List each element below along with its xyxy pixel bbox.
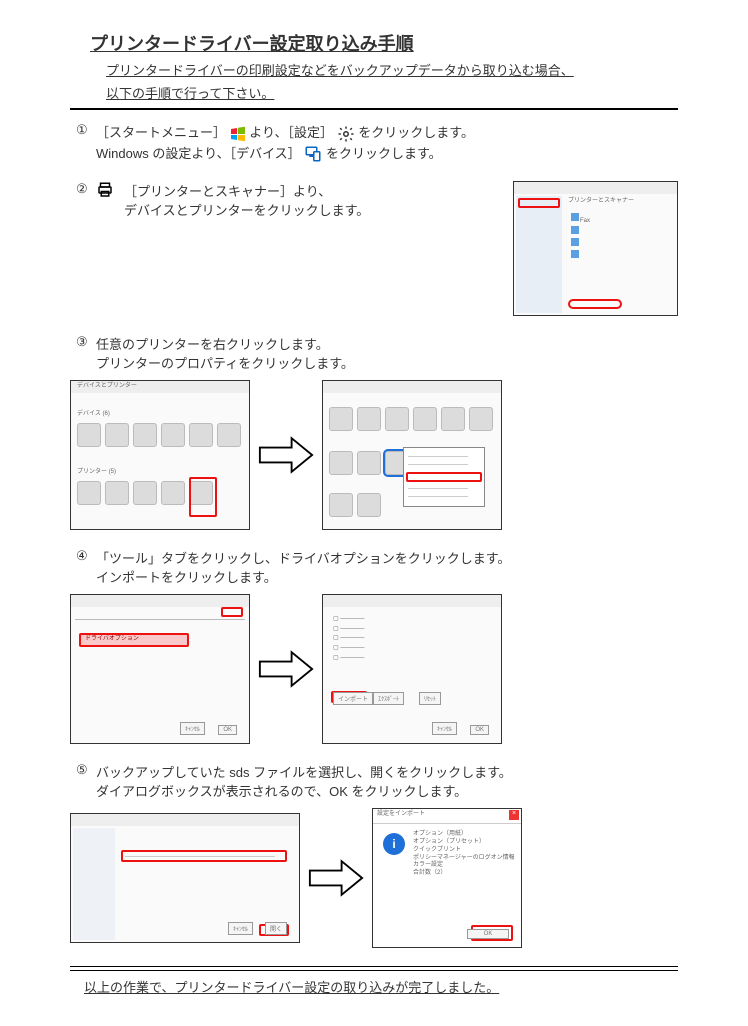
step3-line1: 任意のプリンターを右クリックします。: [96, 334, 354, 353]
divider-bottom-2: [70, 970, 678, 971]
step-4: ④ 「ツール」タブをクリックし、ドライバオプションをクリックします。 インポート…: [70, 548, 678, 744]
step4-line2: インポートをクリックします。: [96, 567, 510, 586]
step-1: ① ［スタートメニュー］ より、［設定］: [70, 122, 678, 163]
footer-text: 以上の作業で、プリンタードライバー設定の取り込みが完了しました。: [84, 977, 678, 996]
windows-flag-icon: [230, 126, 246, 142]
step2-line2: デバイスとプリンターをクリックします。: [124, 200, 369, 219]
step-number-5: ⑤: [76, 762, 90, 778]
ok-button-shot: OK: [467, 929, 509, 939]
printer-icon: [96, 181, 114, 199]
step1-part-c: をクリックします。: [358, 125, 474, 140]
subtitle-line-1: プリンタードライバーの印刷設定などをバックアップデータから取り込む場合、: [106, 60, 678, 79]
step2-text: ［プリンターとスキャナー］より、 デバイスとプリンターをクリックします。: [124, 181, 369, 219]
step-3: ③ 任意のプリンターを右クリックします。 プリンターのプロパティをクリックします…: [70, 334, 678, 530]
step4-text: 「ツール」タブをクリックし、ドライバオプションをクリックします。 インポートをク…: [96, 548, 510, 586]
step-5: ⑤ バックアップしていた sds ファイルを選択し、開くをクリックします。 ダイ…: [70, 762, 678, 948]
arrow-icon: [256, 435, 316, 475]
screenshot-devices-right: [322, 380, 502, 530]
dialog-title: 設定をインポート: [377, 811, 425, 818]
step1-part-a: ［スタートメニュー］: [96, 125, 226, 140]
screenshot-devices-left: デバイスとプリンター デバイス (6) プリンター (5): [70, 380, 250, 530]
step3-line2: プリンターのプロパティをクリックします。: [96, 353, 354, 372]
step1-line2-a: Windows の設定より、［デバイス］: [96, 146, 301, 161]
driver-option-label: ドライバオプション: [85, 636, 139, 643]
arrow-icon: [306, 858, 366, 898]
step-number-4: ④: [76, 548, 90, 564]
step5-text: バックアップしていた sds ファイルを選択し、開くをクリックします。 ダイアロ…: [96, 762, 512, 800]
step5-line2: ダイアログボックスが表示されるので、OK をクリックします。: [96, 781, 512, 800]
step1-line2-b: をクリックします。: [326, 146, 442, 161]
arrow-icon: [256, 649, 316, 689]
shot3-caption: デバイスとプリンター: [77, 383, 137, 390]
shot-label: プリンターとスキャナー: [568, 198, 634, 205]
shot3-dev-section: デバイス (6): [77, 411, 110, 418]
screenshot-import-dialog: 設定をインポート × i オプション（用紙） オプション（プリセット） クイック…: [372, 808, 522, 948]
dlg-l4: ポリシーマネージャーのログオン情報: [413, 855, 515, 861]
info-icon: i: [383, 833, 405, 855]
device-icon: [304, 145, 322, 163]
import-button-shot: インポート: [333, 692, 373, 705]
screenshot-printers-scanners: プリンターとスキャナー Fax: [513, 181, 678, 316]
dlg-l3: クイックプリント: [413, 847, 461, 853]
screenshot-tool-tab: ドライバオプション OK ｷｬﾝｾﾙ: [70, 594, 250, 744]
step-number-1: ①: [76, 122, 90, 138]
shot3-prn-section: プリンター (5): [77, 469, 116, 476]
step-2: ② ［プリンターとスキャナー］より、 デバイスとプリンターをクリックします。 プ…: [70, 181, 678, 316]
dlg-l1: オプション（用紙）: [413, 831, 467, 837]
dlg-l6: 合計数（2）: [413, 870, 446, 876]
step2-line1: ［プリンターとスキャナー］より、: [124, 181, 369, 200]
step1-text: ［スタートメニュー］ より、［設定］: [96, 122, 474, 163]
dlg-l2: オプション（プリセット）: [413, 839, 485, 845]
gear-icon: [337, 125, 355, 143]
dlg-l5: カラー設定: [413, 862, 443, 868]
step4-line1: 「ツール」タブをクリックし、ドライバオプションをクリックします。: [96, 548, 510, 567]
screenshot-driver-option: ▢ ――――▢ ――――▢ ――――▢ ――――▢ ―――― インポート ｴｸｽ…: [322, 594, 502, 744]
step-number-2: ②: [76, 181, 90, 197]
divider: [70, 108, 678, 110]
step-number-3: ③: [76, 334, 90, 350]
step3-text: 任意のプリンターを右クリックします。 プリンターのプロパティをクリックします。: [96, 334, 354, 372]
step5-line1: バックアップしていた sds ファイルを選択し、開くをクリックします。: [96, 762, 512, 781]
page-title: プリンタードライバー設定取り込み手順: [90, 30, 678, 56]
document-page: プリンタードライバー設定取り込み手順 プリンタードライバーの印刷設定などをバック…: [0, 0, 748, 1026]
subtitle-line-2: 以下の手順で行って下さい。: [106, 83, 678, 102]
step1-part-b: より、［設定］: [249, 125, 333, 140]
screenshot-file-open: 開く ｷｬﾝｾﾙ: [70, 813, 300, 943]
open-button-shot: 開く: [265, 922, 287, 935]
